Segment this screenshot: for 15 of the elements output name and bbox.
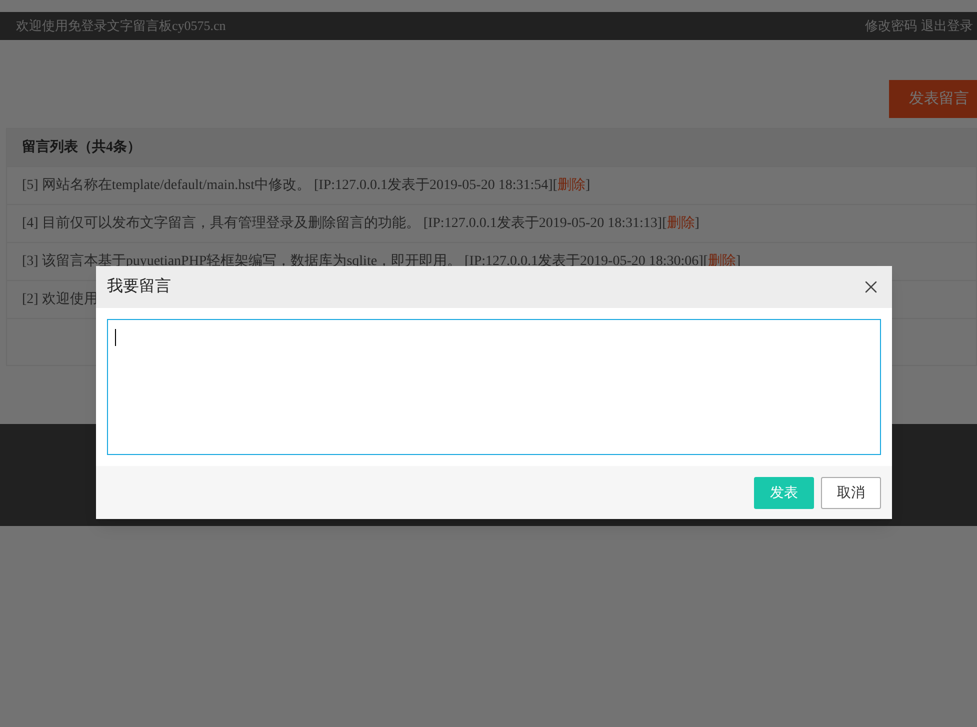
message-text: [5] 网站名称在template/default/main.hst中修改。 [IP:127.0.0.1发表于2019-05-20 18:31:54][删除] bbox=[22, 176, 590, 195]
cancel-button[interactable]: 取消 bbox=[821, 476, 881, 508]
post-message-button[interactable]: 发表留言 bbox=[889, 80, 977, 118]
site-title: 欢迎使用免登录文字留言板cy0575.cn bbox=[16, 17, 226, 36]
delete-link[interactable]: 删除 bbox=[557, 178, 586, 193]
message-text: [4] 目前仅可以发布文字留言，具有管理登录及删除留言的功能。 [IP:127.0.0.1发表于2019-05-20 18:31:13][删除] bbox=[22, 214, 700, 233]
submit-button[interactable]: 发表 bbox=[754, 476, 814, 508]
header-link[interactable]: 修改密码 bbox=[865, 16, 917, 36]
dialog-title: 我要留言 bbox=[107, 276, 171, 297]
delete-link[interactable]: 删除 bbox=[708, 254, 736, 269]
list-title: 留言列表（共4条） bbox=[22, 138, 141, 157]
header-link[interactable]: 退出登录 bbox=[921, 16, 973, 36]
delete-link[interactable]: 删除 bbox=[666, 216, 695, 231]
message-input[interactable] bbox=[107, 319, 881, 455]
text-cursor bbox=[115, 329, 116, 346]
